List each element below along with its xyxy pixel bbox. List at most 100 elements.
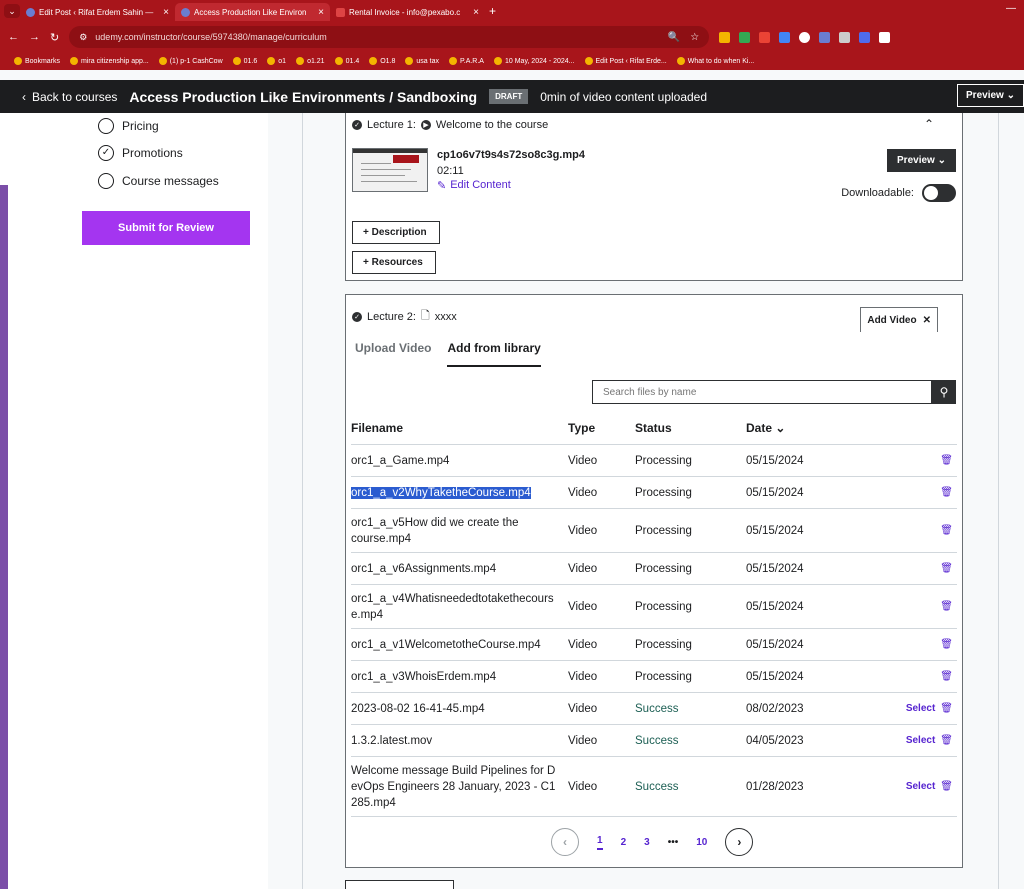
page-3-button[interactable]: 3 [644,837,650,848]
add-description-button[interactable]: + Description [352,221,440,244]
trash-icon[interactable]: 🗑 [940,781,953,792]
bookmark-item[interactable]: Bookmarks [14,57,60,65]
downloadable-toggle[interactable] [922,184,956,202]
bookmark-item[interactable]: o1.21 [296,57,325,65]
bookmark-item[interactable]: O1.8 [369,57,395,65]
table-row: orc1_a_v2WhyTaketheCourse.mp4 Video Proc… [351,477,957,509]
trash-icon[interactable]: 🗑 [940,525,953,536]
forward-arrow-icon[interactable]: → [29,31,40,43]
search-files-input[interactable] [592,380,932,404]
extensions-area [719,31,891,43]
tab-search-button[interactable]: ⌄ [4,4,20,18]
browser-tab-2[interactable]: Access Production Like Environ × [175,3,330,21]
sidebar-item-promotions[interactable]: ✓ Promotions [98,145,183,161]
add-video-tab[interactable]: Add Video ✕ [860,307,938,332]
close-tab-icon[interactable]: × [473,7,479,18]
lecture-preview-button[interactable]: Preview ⌄ [887,149,956,172]
header-preview-button[interactable]: Preview ⌄ [957,84,1024,107]
browser-tab-3[interactable]: Rental Invoice - info@pexabo.c × [330,3,485,21]
edit-content-link[interactable]: ✎ Edit Content [437,179,511,192]
url-field[interactable]: ⚙ udemy.com/instructor/course/5974380/ma… [69,26,710,48]
column-date-sort[interactable]: Date ⌄ [746,421,876,435]
trash-icon[interactable]: 🗑 [940,639,953,650]
bookmark-item[interactable]: 01.4 [334,57,359,65]
file-icon: 🗋 [420,310,430,322]
trash-icon[interactable]: 🗑 [940,455,953,466]
extension-icon[interactable] [839,31,851,43]
trash-icon[interactable]: 🗑 [940,735,953,746]
trash-icon[interactable]: 🗑 [940,601,953,612]
udemy-icon [181,7,190,17]
back-to-courses-link[interactable]: ‹ Back to courses [22,90,117,104]
trash-icon[interactable]: 🗑 [940,703,953,714]
bookmark-item[interactable]: 01.6 [232,57,257,65]
zoom-icon[interactable]: 🔍 [668,32,680,43]
table-row: Welcome message Build Pipelines for DevO… [351,757,957,817]
table-row: orc1_a_v1WelcometotheCourse.mp4 Video Pr… [351,629,957,661]
extension-icon[interactable] [799,31,811,43]
extension-icon[interactable] [719,31,731,43]
submit-for-review-button[interactable]: Submit for Review [82,211,250,245]
extension-icon[interactable] [859,31,871,43]
minimize-window-button[interactable]: — [1006,3,1016,14]
select-video-link[interactable]: Select [906,781,935,792]
chevron-left-icon: ‹ [22,89,26,104]
page-10-button[interactable]: 10 [696,837,707,848]
bookmark-item[interactable]: 10 May, 2024 - 2024... [493,57,575,65]
trash-icon[interactable]: 🗑 [940,671,953,682]
site-settings-icon[interactable]: ⚙ [79,32,87,43]
bookmark-item[interactable]: mira citizenship app... [70,57,149,65]
page-edge [0,113,8,185]
select-video-link[interactable]: Select [906,703,935,714]
reload-icon[interactable]: ↻ [50,31,59,44]
select-video-link[interactable]: Select [906,735,935,746]
page-1-button[interactable]: 1 [597,835,603,850]
tab-add-from-library[interactable]: Add from library [447,341,541,367]
search-icon[interactable]: ⚲ [932,380,956,404]
table-row: orc1_a_v5How did we create the course.mp… [351,509,957,553]
bookmark-item[interactable]: usa tax [405,57,439,65]
close-icon[interactable]: ✕ [923,315,931,326]
add-curriculum-item-button[interactable] [345,880,454,889]
previous-page-button[interactable]: ‹ [551,828,579,856]
bookmark-item[interactable]: o1 [267,57,286,65]
extension-icon[interactable] [779,31,791,43]
bookmark-favicon [369,57,378,65]
gmail-icon [676,57,685,65]
tab-upload-video[interactable]: Upload Video [355,341,431,367]
sidebar-item-pricing[interactable]: Pricing [98,118,159,134]
next-page-button[interactable]: › [725,828,754,856]
bookmark-star-icon[interactable]: ☆ [690,32,699,43]
extension-icon[interactable] [819,31,831,43]
trash-icon[interactable]: 🗑 [940,487,953,498]
new-tab-button[interactable]: + [489,4,496,18]
back-arrow-icon[interactable]: ← [8,31,19,43]
table-row: 1.3.2.latest.mov Video Success 04/05/202… [351,725,957,757]
library-search: ⚲ [592,380,956,404]
bookmark-item[interactable]: (1) p-1 CashCow [158,57,223,65]
page-2-button[interactable]: 2 [621,837,627,848]
extension-icon[interactable] [759,31,771,43]
lecture-2-panel: ✓ Lecture 2: 🗋 xxxx Add Video ✕ Upload V… [345,294,963,868]
lecture-2-header: ✓ Lecture 2: 🗋 xxxx [352,307,457,326]
close-tab-icon[interactable]: × [163,7,169,18]
bookmark-favicon [296,57,305,65]
column-status: Status [635,421,672,435]
pagination: ‹ 1 2 3 ••• 10 › [551,828,754,856]
add-resources-button[interactable]: + Resources [352,251,436,274]
trash-icon[interactable]: 🗑 [940,563,953,574]
background-strip [0,185,8,889]
bookmark-item[interactable]: Edit Post ‹ Rifat Erde... [584,57,667,65]
bookmark-folder[interactable]: P.A.R.A [448,57,484,65]
star-icon [14,57,22,65]
bookmark-item[interactable]: What to do when Ki... [676,57,754,65]
collapse-chevron-up-icon[interactable]: ⌃ [924,117,934,131]
check-circle-icon: ✓ [352,311,362,322]
sidebar-item-course-messages[interactable]: Course messages [98,173,219,189]
close-tab-icon[interactable]: × [318,7,324,18]
gmail-icon [405,57,414,65]
extension-icon[interactable] [739,31,751,43]
extensions-puzzle-icon[interactable] [879,31,891,43]
browser-tab-1[interactable]: Edit Post ‹ Rifat Erdem Sahin — × [20,3,175,21]
video-thumbnail [352,148,428,192]
